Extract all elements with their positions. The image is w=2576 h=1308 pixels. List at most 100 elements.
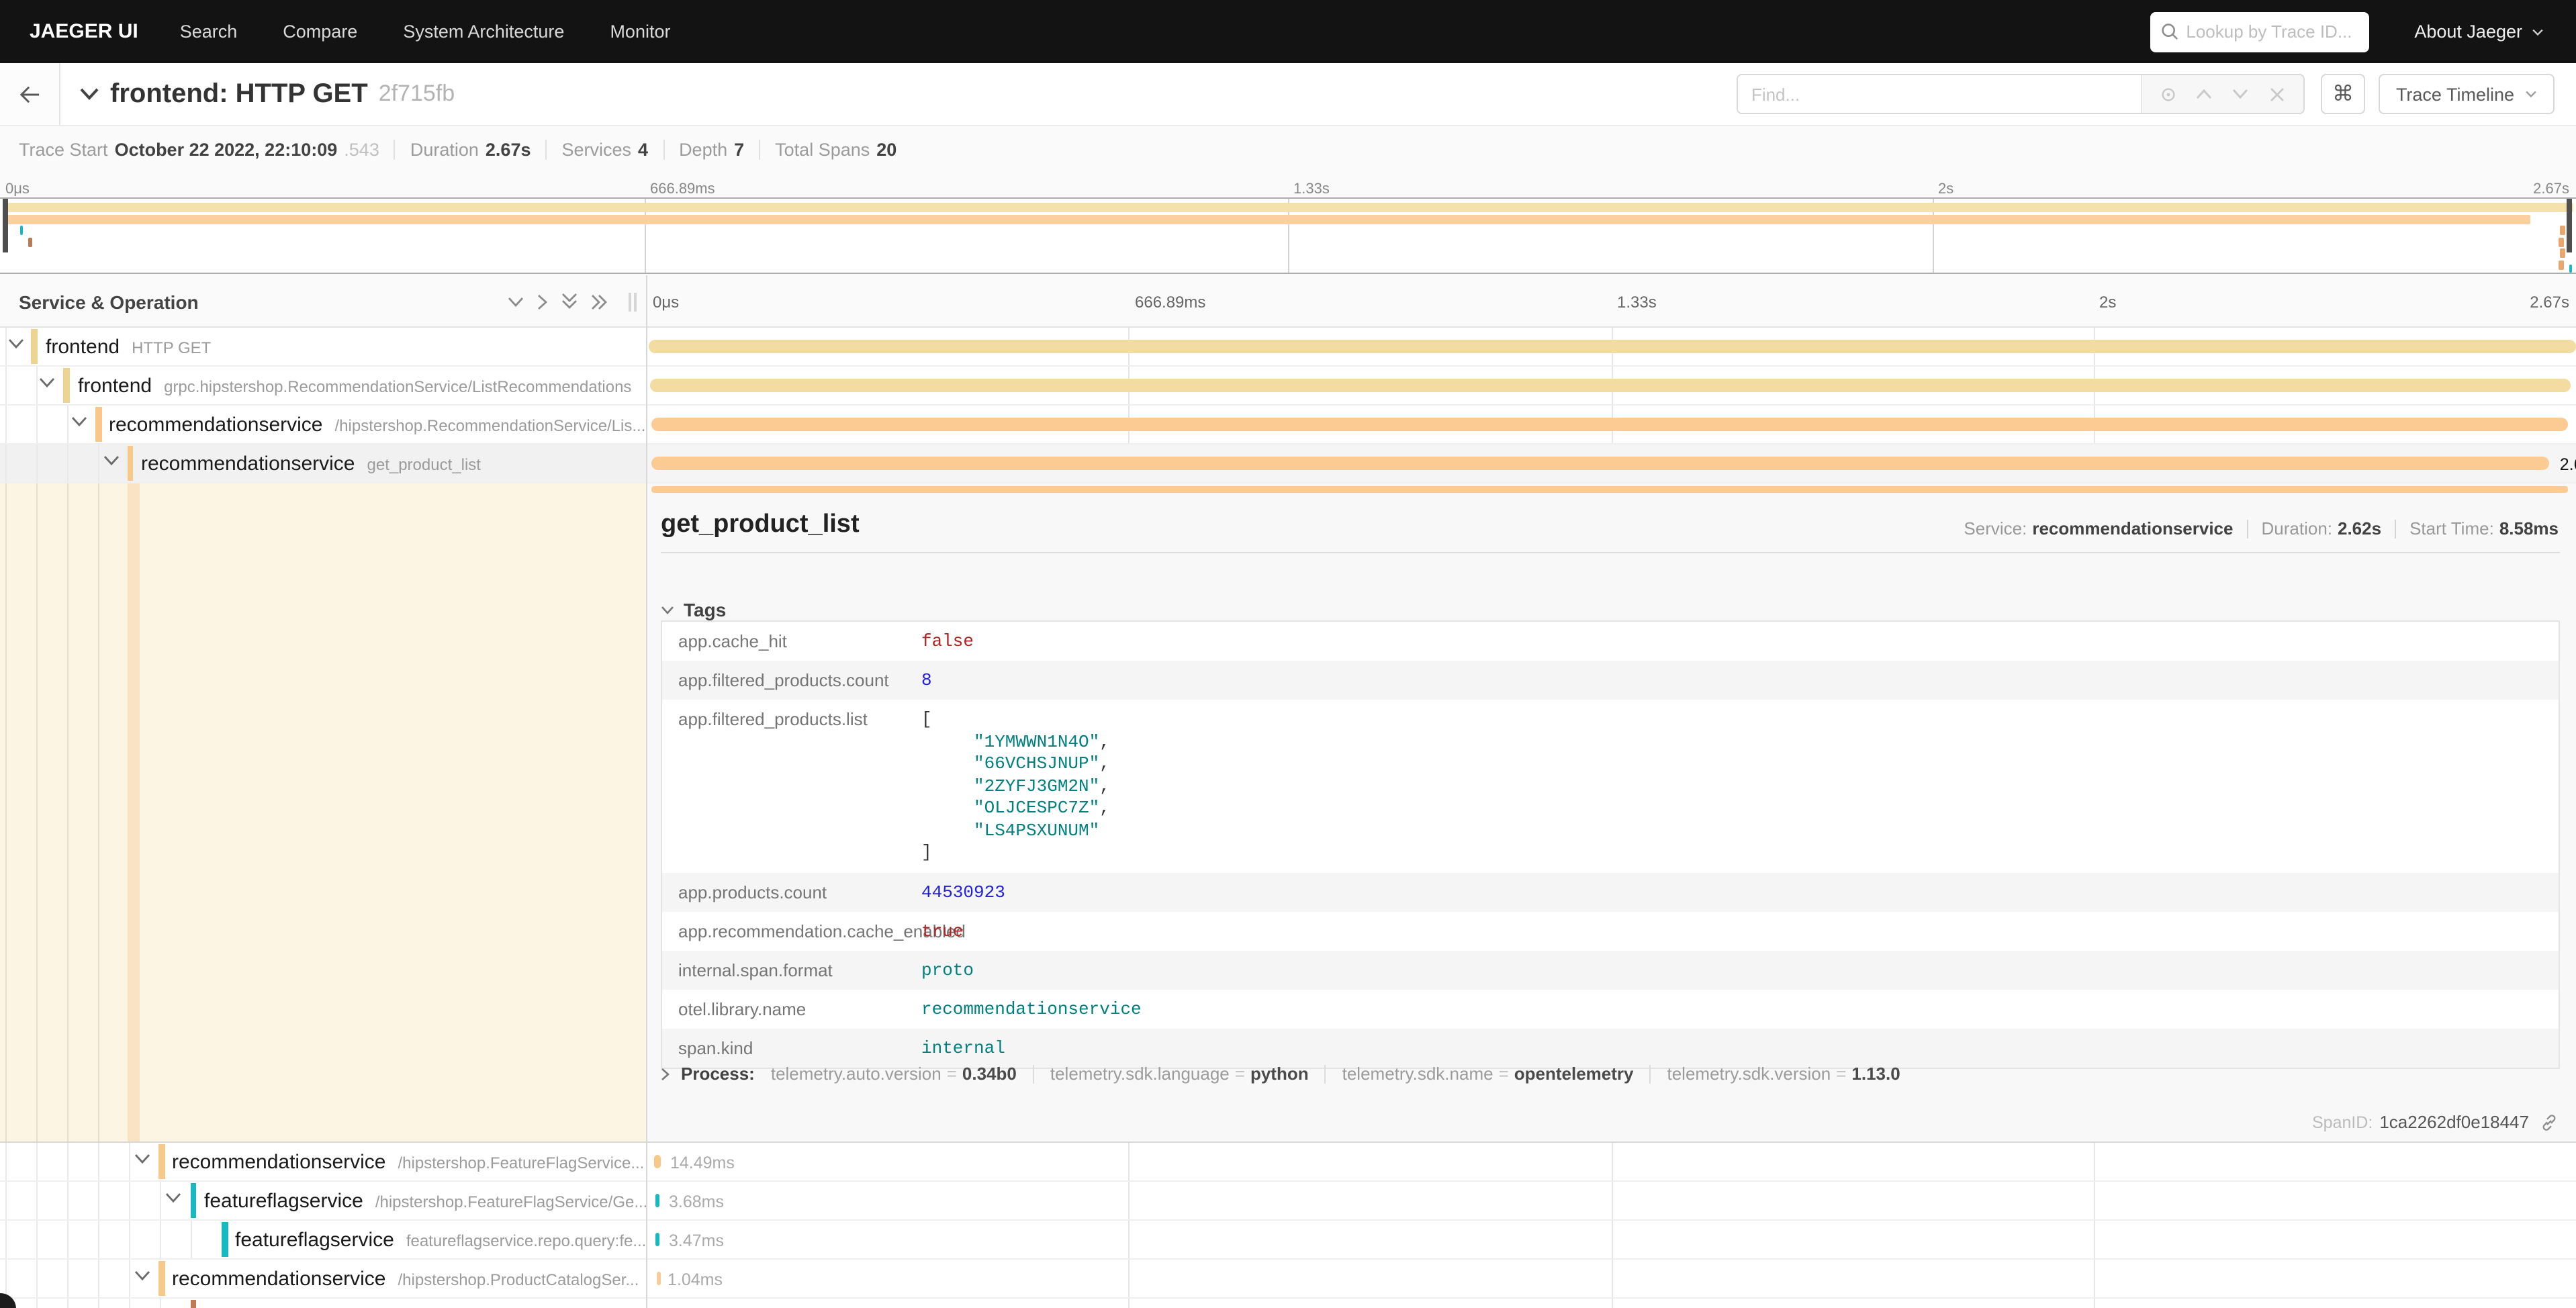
tag-row: app.filtered_products.list [ "1YMWWN1N4O…: [662, 700, 2559, 872]
chevron-down-icon[interactable]: [39, 377, 55, 388]
span-row[interactable]: frontendgrpc.hipstershop.RecommendationS…: [0, 367, 2576, 406]
operation-name: /hipstershop.RecommendationService/Lis..…: [335, 416, 646, 434]
operation-name: HTTP GET: [132, 338, 211, 357]
tag-key: app.filtered_products.list: [662, 700, 919, 729]
chevron-down-icon[interactable]: [71, 416, 87, 427]
service-color-chip: [63, 368, 69, 403]
span-bar[interactable]: [657, 1272, 660, 1285]
span-bar[interactable]: [651, 418, 2568, 431]
span-bar[interactable]: [650, 379, 2571, 392]
span-service-operation: frontendgrpc.hipstershop.RecommendationS…: [78, 367, 631, 406]
minimap-tick: 2s: [1938, 175, 1953, 197]
span-bar[interactable]: [655, 1194, 659, 1207]
trace-summary-band: Trace Start October 22 2022, 22:10:09.54…: [0, 126, 2576, 275]
span-row-selected[interactable]: recommendationserviceget_product_list 2.…: [0, 445, 2576, 483]
span-duration-label: 3.68ms: [669, 1182, 724, 1221]
column-resize-handle[interactable]: [629, 293, 637, 312]
list-separator: ,: [1099, 798, 1110, 818]
expand-all-icon[interactable]: [591, 293, 608, 310]
detail-start-time-value: 8.58ms: [2499, 518, 2559, 539]
depth-value: 7: [734, 140, 744, 160]
operation-name: /hipstershop.FeatureFlagService...: [398, 1153, 645, 1172]
operation-name: featureflagservice.repo.query:fe...: [406, 1231, 647, 1250]
minimap-span-bar: [2558, 237, 2564, 246]
tags-section-toggle[interactable]: Tags: [661, 599, 726, 620]
process-label: Process:: [681, 1064, 755, 1084]
service-color-chip: [190, 1300, 196, 1308]
span-row[interactable]: recommendationservice/hipstershop.Recomm…: [0, 406, 2576, 445]
chevron-down-icon[interactable]: [8, 338, 24, 349]
find-input[interactable]: [1738, 75, 2141, 113]
span-row[interactable]: featureflagservice/hipstershop.FeatureFl…: [0, 1182, 2576, 1221]
next-match-icon[interactable]: [2223, 75, 2259, 113]
process-tag-key: telemetry.sdk.version: [1667, 1064, 1831, 1084]
process-tag-key: telemetry.sdk.name: [1342, 1064, 1493, 1084]
span-duration-label: 14.49ms: [670, 1143, 735, 1182]
service-color-chip: [190, 1183, 196, 1218]
command-icon: ⌘: [2332, 81, 2354, 107]
tag-value-list: [ "1YMWWN1N4O", "66VCHSJNUP", "2ZYFJ3GM2…: [919, 700, 1110, 872]
span-service-operation: featureflagservicefeatureflagservice.rep…: [235, 1221, 646, 1260]
detail-duration-label: Duration:: [2262, 518, 2333, 539]
find-bar: [1737, 74, 2305, 114]
focus-match-icon[interactable]: [2150, 75, 2187, 113]
tag-value: internal: [919, 1028, 1005, 1058]
list-separator: ,: [1099, 776, 1110, 796]
process-section-toggle[interactable]: Process: telemetry.auto.version=0.34b0 t…: [661, 1064, 1900, 1084]
span-row[interactable]: recommendationservice/hipstershop.Featur…: [0, 1143, 2576, 1182]
detail-duration-value: 2.62s: [2338, 518, 2381, 539]
nav-item-compare[interactable]: Compare: [260, 21, 380, 42]
back-button[interactable]: [0, 63, 60, 125]
clear-find-icon[interactable]: [2259, 75, 2295, 113]
chevron-down-icon[interactable]: [165, 1193, 181, 1203]
prev-match-icon[interactable]: [2187, 75, 2223, 113]
span-bar[interactable]: [655, 1233, 659, 1246]
depth-label: Depth: [679, 140, 727, 160]
detail-row-left-column: [0, 483, 646, 1143]
trace-view-selector[interactable]: Trace Timeline: [2379, 74, 2555, 114]
nav-item-system-architecture[interactable]: System Architecture: [380, 21, 587, 42]
keyboard-shortcuts-button[interactable]: ⌘: [2321, 74, 2365, 114]
list-separator: ,: [1099, 731, 1110, 751]
tag-row: span.kind internal: [662, 1028, 2559, 1067]
minimap-range-handle-right[interactable]: [2567, 199, 2572, 252]
deep-link-icon[interactable]: [2540, 1113, 2559, 1131]
chevron-down-icon[interactable]: [134, 1154, 150, 1164]
expand-one-icon[interactable]: [537, 293, 548, 310]
span-bar[interactable]: [652, 457, 2549, 470]
tag-key: app.products.count: [662, 872, 919, 902]
span-row[interactable]: recommendationservice/hipstershop.Produc…: [0, 1260, 2576, 1299]
nav-item-search[interactable]: Search: [157, 21, 261, 42]
trace-page-header: frontend: HTTP GET 2f715fb: [0, 63, 2576, 126]
service-name: recommendationservice: [172, 1268, 386, 1291]
span-bar[interactable]: [649, 340, 2576, 353]
minimap-range-handle-left[interactable]: [3, 199, 8, 252]
timeline-tick: 2.67s: [2530, 275, 2569, 328]
tag-value: 44530923: [919, 872, 1005, 902]
span-bar[interactable]: [654, 1155, 661, 1168]
collapse-all-icon[interactable]: [561, 293, 578, 310]
collapse-trace-chevron-icon[interactable]: [79, 87, 99, 101]
service-name: recommendationservice: [109, 414, 323, 436]
about-jaeger-menu[interactable]: About Jaeger: [2414, 21, 2544, 42]
span-id-label: SpanID:: [2312, 1113, 2373, 1131]
trace-minimap[interactable]: [0, 197, 2576, 274]
app-logo[interactable]: JAEGER UI: [0, 20, 157, 43]
trace-id-lookup-input[interactable]: [2186, 21, 2358, 42]
span-detail-panel: get_product_list Service: recommendation…: [646, 483, 2576, 1143]
trace-id-lookup[interactable]: [2150, 11, 2368, 52]
selected-span-color-stripe: [127, 483, 139, 1141]
span-row[interactable]: frontendHTTP GET: [0, 328, 2576, 367]
span-id-value: 1ca2262df0e18447: [2379, 1112, 2529, 1132]
chevron-down-icon[interactable]: [103, 455, 120, 466]
span-service-operation: featureflagservice/hipstershop.FeatureFl…: [204, 1182, 647, 1221]
span-duration-label: 2.62s: [2560, 445, 2576, 483]
service-color-chip: [31, 329, 37, 364]
nav-item-monitor[interactable]: Monitor: [587, 21, 693, 42]
collapse-one-icon[interactable]: [508, 296, 524, 307]
chevron-down-icon[interactable]: [134, 1270, 150, 1281]
trace-start-label: Trace Start: [19, 140, 108, 160]
span-row[interactable]: featureflagservicefeatureflagservice.rep…: [0, 1221, 2576, 1260]
span-row-partial[interactable]: [0, 1299, 2576, 1308]
list-close-bracket: ]: [921, 842, 1110, 864]
